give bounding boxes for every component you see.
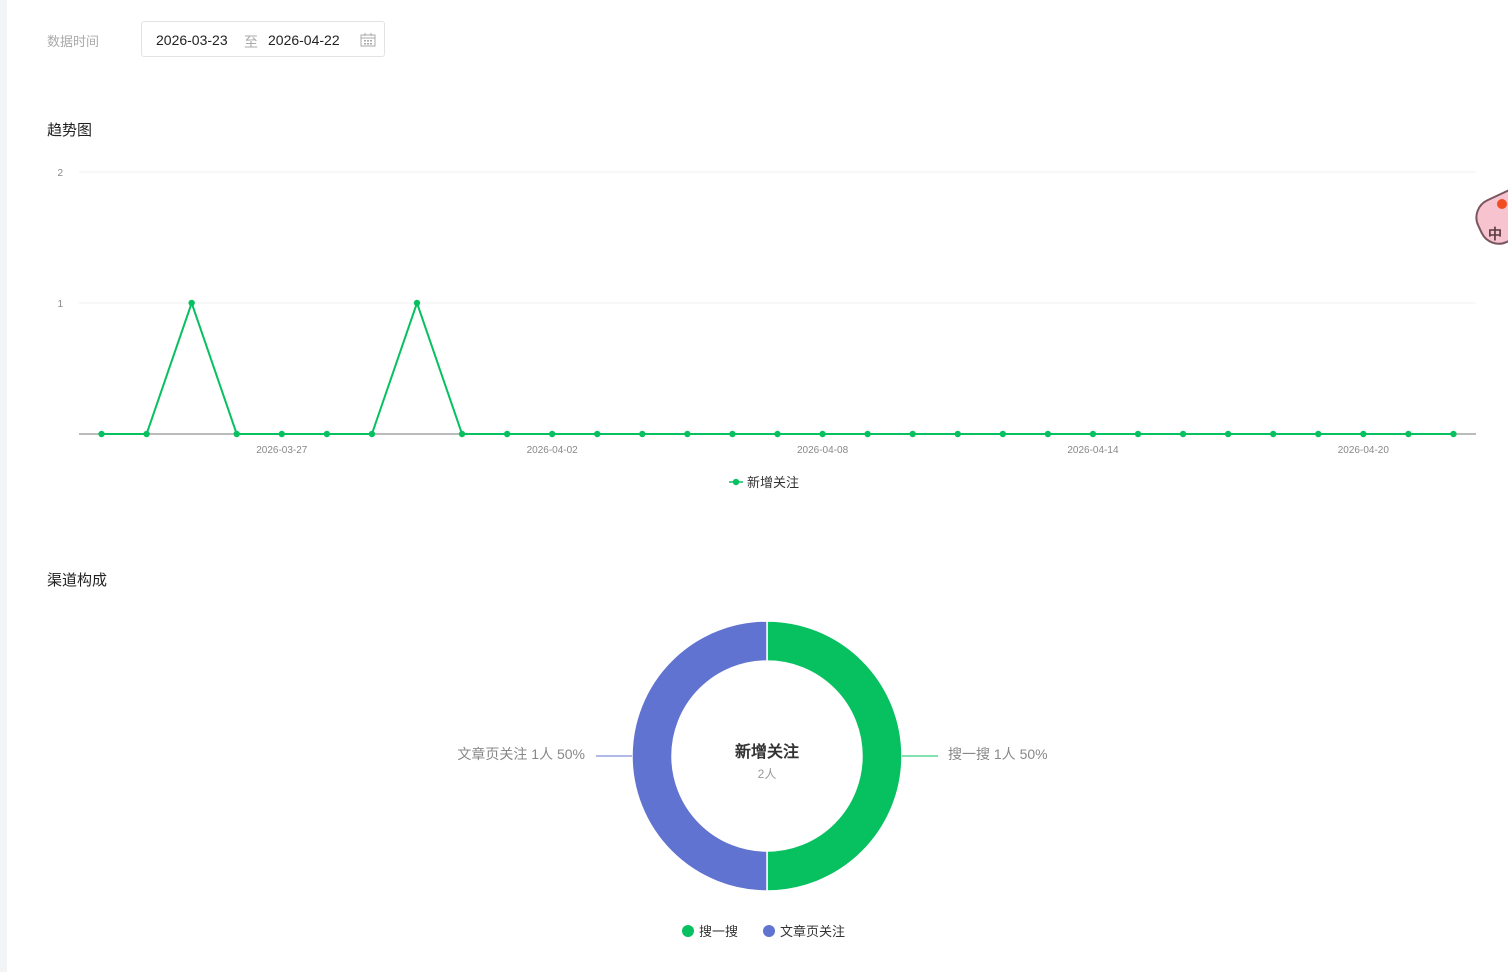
slice-label: 文章页关注 1人 50% [457, 746, 585, 762]
legend-label: 搜一搜 [699, 924, 738, 939]
channel-donut-chart: 搜一搜 1人 50% 文章页关注 1人 50% 新增关注 2人搜一搜 文章页关注 [457, 620, 1048, 939]
slice-label: 搜一搜 1人 50% [948, 746, 1048, 762]
legend-label: 文章页关注 [780, 924, 845, 939]
legend-marker [682, 925, 694, 937]
donut-center-title: 新增关注 [735, 742, 799, 761]
widget-label[interactable]: 中 [1488, 224, 1502, 244]
notification-dot [1497, 199, 1507, 209]
legend-marker [763, 925, 775, 937]
donut-center-subtitle: 2人 [758, 767, 777, 781]
